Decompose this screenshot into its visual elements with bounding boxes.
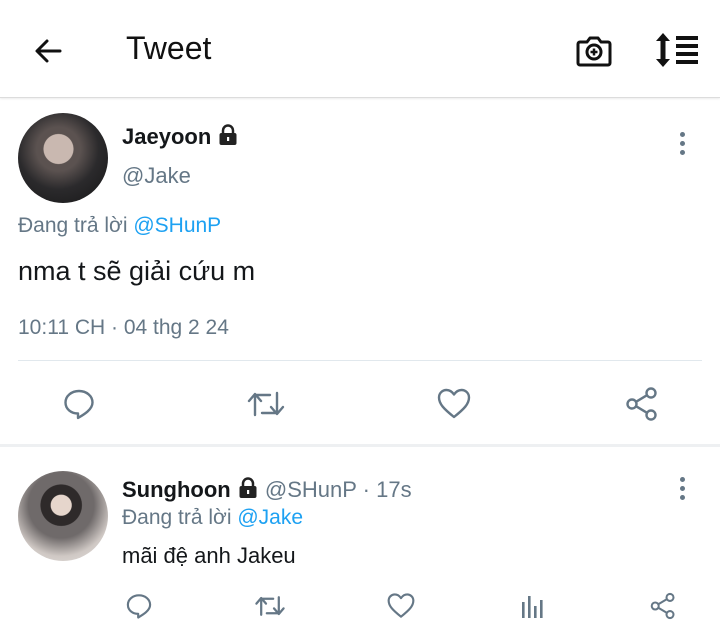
mention-link[interactable]: @SHunP (133, 214, 221, 237)
divider (18, 360, 702, 361)
reply-context: Đang trả lời @Jake (122, 506, 304, 529)
section-separator (0, 444, 720, 447)
like-icon[interactable] (434, 384, 474, 424)
tweet-text: mãi đệ anh Jakeu (122, 543, 296, 568)
lock-icon (237, 477, 259, 505)
camera-plus-icon[interactable] (574, 30, 614, 70)
author-handle[interactable]: @SHunP (265, 477, 357, 502)
lock-icon (217, 124, 239, 152)
page-title: Tweet (126, 30, 212, 66)
reply-icon[interactable] (122, 590, 156, 622)
more-options-icon[interactable] (673, 475, 693, 503)
author-display-name[interactable]: Sunghoon (122, 477, 231, 502)
like-icon[interactable] (384, 590, 418, 622)
retweet-icon[interactable] (252, 590, 288, 622)
reply-author-line: Sunghoon @SHunP · 17s (122, 477, 412, 505)
tweet-age: · 17s (362, 477, 412, 502)
avatar[interactable] (18, 471, 108, 561)
share-icon[interactable] (622, 384, 662, 424)
author-handle[interactable]: @Jake (122, 163, 191, 189)
reply-context: Đang trả lời @SHunP (18, 214, 222, 237)
more-options-icon[interactable] (673, 130, 693, 158)
avatar[interactable] (18, 113, 108, 203)
back-arrow-icon[interactable] (28, 31, 68, 71)
tweet-text: nma t sẽ giải cứu m (18, 256, 256, 286)
author-display-name[interactable]: Jaeyoon (122, 124, 239, 152)
analytics-icon[interactable] (516, 590, 548, 622)
share-icon[interactable] (646, 590, 680, 622)
reply-icon[interactable] (58, 384, 100, 424)
tweet-timestamp[interactable]: 10:11 CH · 04 thg 2 24 (18, 316, 229, 340)
mention-link[interactable]: @Jake (237, 506, 303, 529)
app-header: Tweet (0, 0, 720, 98)
retweet-icon[interactable] (244, 384, 288, 424)
sort-list-icon[interactable] (652, 30, 700, 70)
